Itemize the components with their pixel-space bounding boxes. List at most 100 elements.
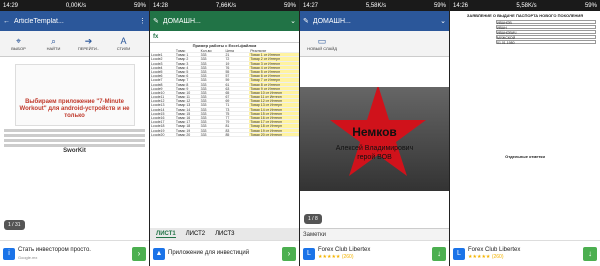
table-cell[interactable]: 333 [200, 70, 225, 73]
table-cell[interactable]: Lcode14 [150, 108, 175, 111]
back-icon[interactable]: ← [3, 18, 10, 25]
table-cell[interactable]: Товар 18 от Интерн [249, 124, 299, 128]
table-cell[interactable]: Товар 3 [175, 62, 200, 65]
table-cell[interactable]: Товар 12 от Интерн [249, 99, 299, 103]
table-cell[interactable]: Lcode19 [150, 129, 175, 132]
table-cell[interactable]: Товар 17 [175, 120, 200, 123]
table-cell[interactable]: Lcode17 [150, 120, 175, 123]
menu-icon[interactable]: ⋮ [139, 17, 146, 25]
table-cell[interactable]: 21 [224, 53, 249, 56]
table-cell[interactable]: Товар 10 [175, 91, 200, 94]
table-cell[interactable]: Товар 7 [175, 78, 200, 81]
table-cell[interactable]: Lcode13 [150, 103, 175, 106]
table-cell[interactable]: Товар 13 [175, 103, 200, 106]
table-cell[interactable]: Lcode7 [150, 78, 175, 81]
table-cell[interactable]: Товар 18 [175, 124, 200, 127]
select-button[interactable]: ⌖ ВЫБОР [2, 33, 35, 54]
ribbon-tab-home[interactable]: ДОМАШН... [313, 18, 436, 25]
table-cell[interactable]: 81 [224, 124, 249, 127]
table-cell[interactable]: Товар 5 [175, 70, 200, 73]
table-cell[interactable]: Товар 13 от Интерн [249, 103, 299, 107]
table-cell[interactable]: 333 [200, 133, 225, 136]
edit-icon[interactable]: ✎ [153, 17, 159, 25]
table-cell[interactable]: Товар 2 [175, 57, 200, 60]
table-cell[interactable]: 333 [200, 91, 225, 94]
table-cell[interactable]: 333 [200, 57, 225, 60]
table-cell[interactable]: Lcode5 [150, 70, 175, 73]
pdf-form[interactable]: ЗАЯВЛЕНИЕ О ВЫДАЧЕ ПАСПОРТА НОВОГО ПОКОЛ… [450, 11, 600, 162]
table-cell[interactable]: 333 [200, 129, 225, 132]
table-cell[interactable]: Товар 19 от Интерн [249, 128, 299, 132]
table-cell[interactable]: Lcode11 [150, 95, 175, 98]
chevron-down-icon[interactable]: ⌄ [290, 17, 296, 25]
table-cell[interactable]: 61 [224, 83, 249, 86]
table-cell[interactable]: Товар 6 от Интерн [249, 74, 299, 78]
table-cell[interactable]: 333 [200, 87, 225, 90]
table-cell[interactable]: Lcode18 [150, 124, 175, 127]
ad-banner[interactable]: L Forex Club Libertex ★★★★★ (260) ↓ [450, 240, 600, 266]
tab-sheet2[interactable]: ЛИСТ2 [186, 231, 205, 237]
table-cell[interactable]: 333 [200, 108, 225, 111]
table-cell[interactable]: Товар 5 от Интерн [249, 69, 299, 74]
download-icon[interactable]: ↓ [583, 246, 597, 261]
table-cell[interactable]: 333 [200, 66, 225, 69]
table-cell[interactable]: Lcode16 [150, 116, 175, 119]
table-cell[interactable]: Товар 11 от Интерн [249, 95, 299, 99]
table-cell[interactable]: Товар 14 [175, 108, 200, 111]
table-cell[interactable]: Lcode9 [150, 87, 175, 90]
table-cell[interactable]: Lcode2 [150, 57, 175, 60]
table-cell[interactable]: Товар 11 [175, 95, 200, 98]
table-cell[interactable]: Товар 8 [175, 83, 200, 86]
table-cell[interactable]: 333 [200, 62, 225, 65]
table-cell[interactable]: 55 [224, 70, 249, 73]
table-cell[interactable]: Товар 2 от Интерн [249, 57, 299, 61]
ad-banner[interactable]: ▲ Приложение для инвестиций › [150, 240, 299, 266]
table-cell[interactable]: Товар 17 от Интерн [249, 120, 299, 124]
table-cell[interactable]: Товар 8 от Интерн [249, 82, 299, 86]
chevron-right-icon[interactable]: › [282, 246, 296, 261]
table-cell[interactable]: 85 [224, 133, 249, 136]
table-cell[interactable]: Товар 7 от Интерн [249, 78, 299, 82]
table-cell[interactable]: 72 [224, 57, 249, 60]
download-icon[interactable]: ↓ [432, 246, 446, 261]
tab-sheet1[interactable]: ЛИСТ1 [156, 231, 176, 238]
page-indicator[interactable]: 1 / 8 [304, 214, 322, 224]
table-cell[interactable]: 333 [200, 53, 225, 56]
table-cell[interactable]: Товар 9 [175, 87, 200, 90]
table-cell[interactable]: 333 [200, 83, 225, 86]
table-cell[interactable]: 333 [200, 120, 225, 123]
goto-button[interactable]: ➔ ПЕРЕЙТИ.. [72, 33, 105, 54]
ad-banner[interactable]: i Стать инвестором просто. Google.mx › [0, 240, 149, 266]
table-cell[interactable]: Товар 15 [175, 112, 200, 115]
table-row[interactable]: Lcode20 Товар 20 333 85 Товар 20 от Интерн [150, 132, 299, 137]
table-cell[interactable]: Lcode8 [150, 83, 175, 86]
table-cell[interactable]: 59 [224, 78, 249, 81]
table-cell[interactable]: Lcode12 [150, 99, 175, 102]
table-cell[interactable]: 76 [224, 66, 249, 69]
ribbon-tab-home[interactable]: ДОМАШН... [163, 18, 286, 25]
table-cell[interactable]: Lcode1 [150, 53, 175, 56]
table-cell[interactable]: Lcode3 [150, 62, 175, 65]
table-cell[interactable]: 333 [200, 116, 225, 119]
table-cell[interactable]: 67 [224, 95, 249, 98]
table-cell[interactable]: 333 [200, 78, 225, 81]
table-cell[interactable]: 333 [200, 99, 225, 102]
table-cell[interactable]: 333 [200, 112, 225, 115]
table-cell[interactable]: 333 [200, 103, 225, 106]
table-cell[interactable]: Товар 10 от Интерн [249, 90, 299, 95]
table-cell[interactable]: 57 [224, 74, 249, 77]
table-cell[interactable]: 19 [224, 62, 249, 65]
table-cell[interactable]: Товар 19 [175, 129, 200, 132]
table-cell[interactable]: 65 [224, 91, 249, 94]
find-button[interactable]: ⌕ НАЙТИ [37, 33, 70, 54]
table-cell[interactable]: Товар 6 [175, 74, 200, 77]
table-cell[interactable]: Товар 16 от Интерн [249, 116, 299, 120]
ad-banner[interactable]: L Forex Club Libertex ★★★★★ (260) ↓ [300, 240, 449, 266]
styles-button[interactable]: A СТИЛИ [107, 33, 140, 54]
table-cell[interactable]: 69 [224, 99, 249, 102]
table-cell[interactable]: Lcode15 [150, 112, 175, 115]
table-cell[interactable]: Товар 1 от Интерн [249, 53, 299, 57]
chevron-down-icon[interactable]: ⌄ [440, 17, 446, 25]
slide-canvas[interactable]: Немков Алексей Владимирович герой ВОВ [300, 87, 449, 191]
table-cell[interactable]: 333 [200, 124, 225, 127]
